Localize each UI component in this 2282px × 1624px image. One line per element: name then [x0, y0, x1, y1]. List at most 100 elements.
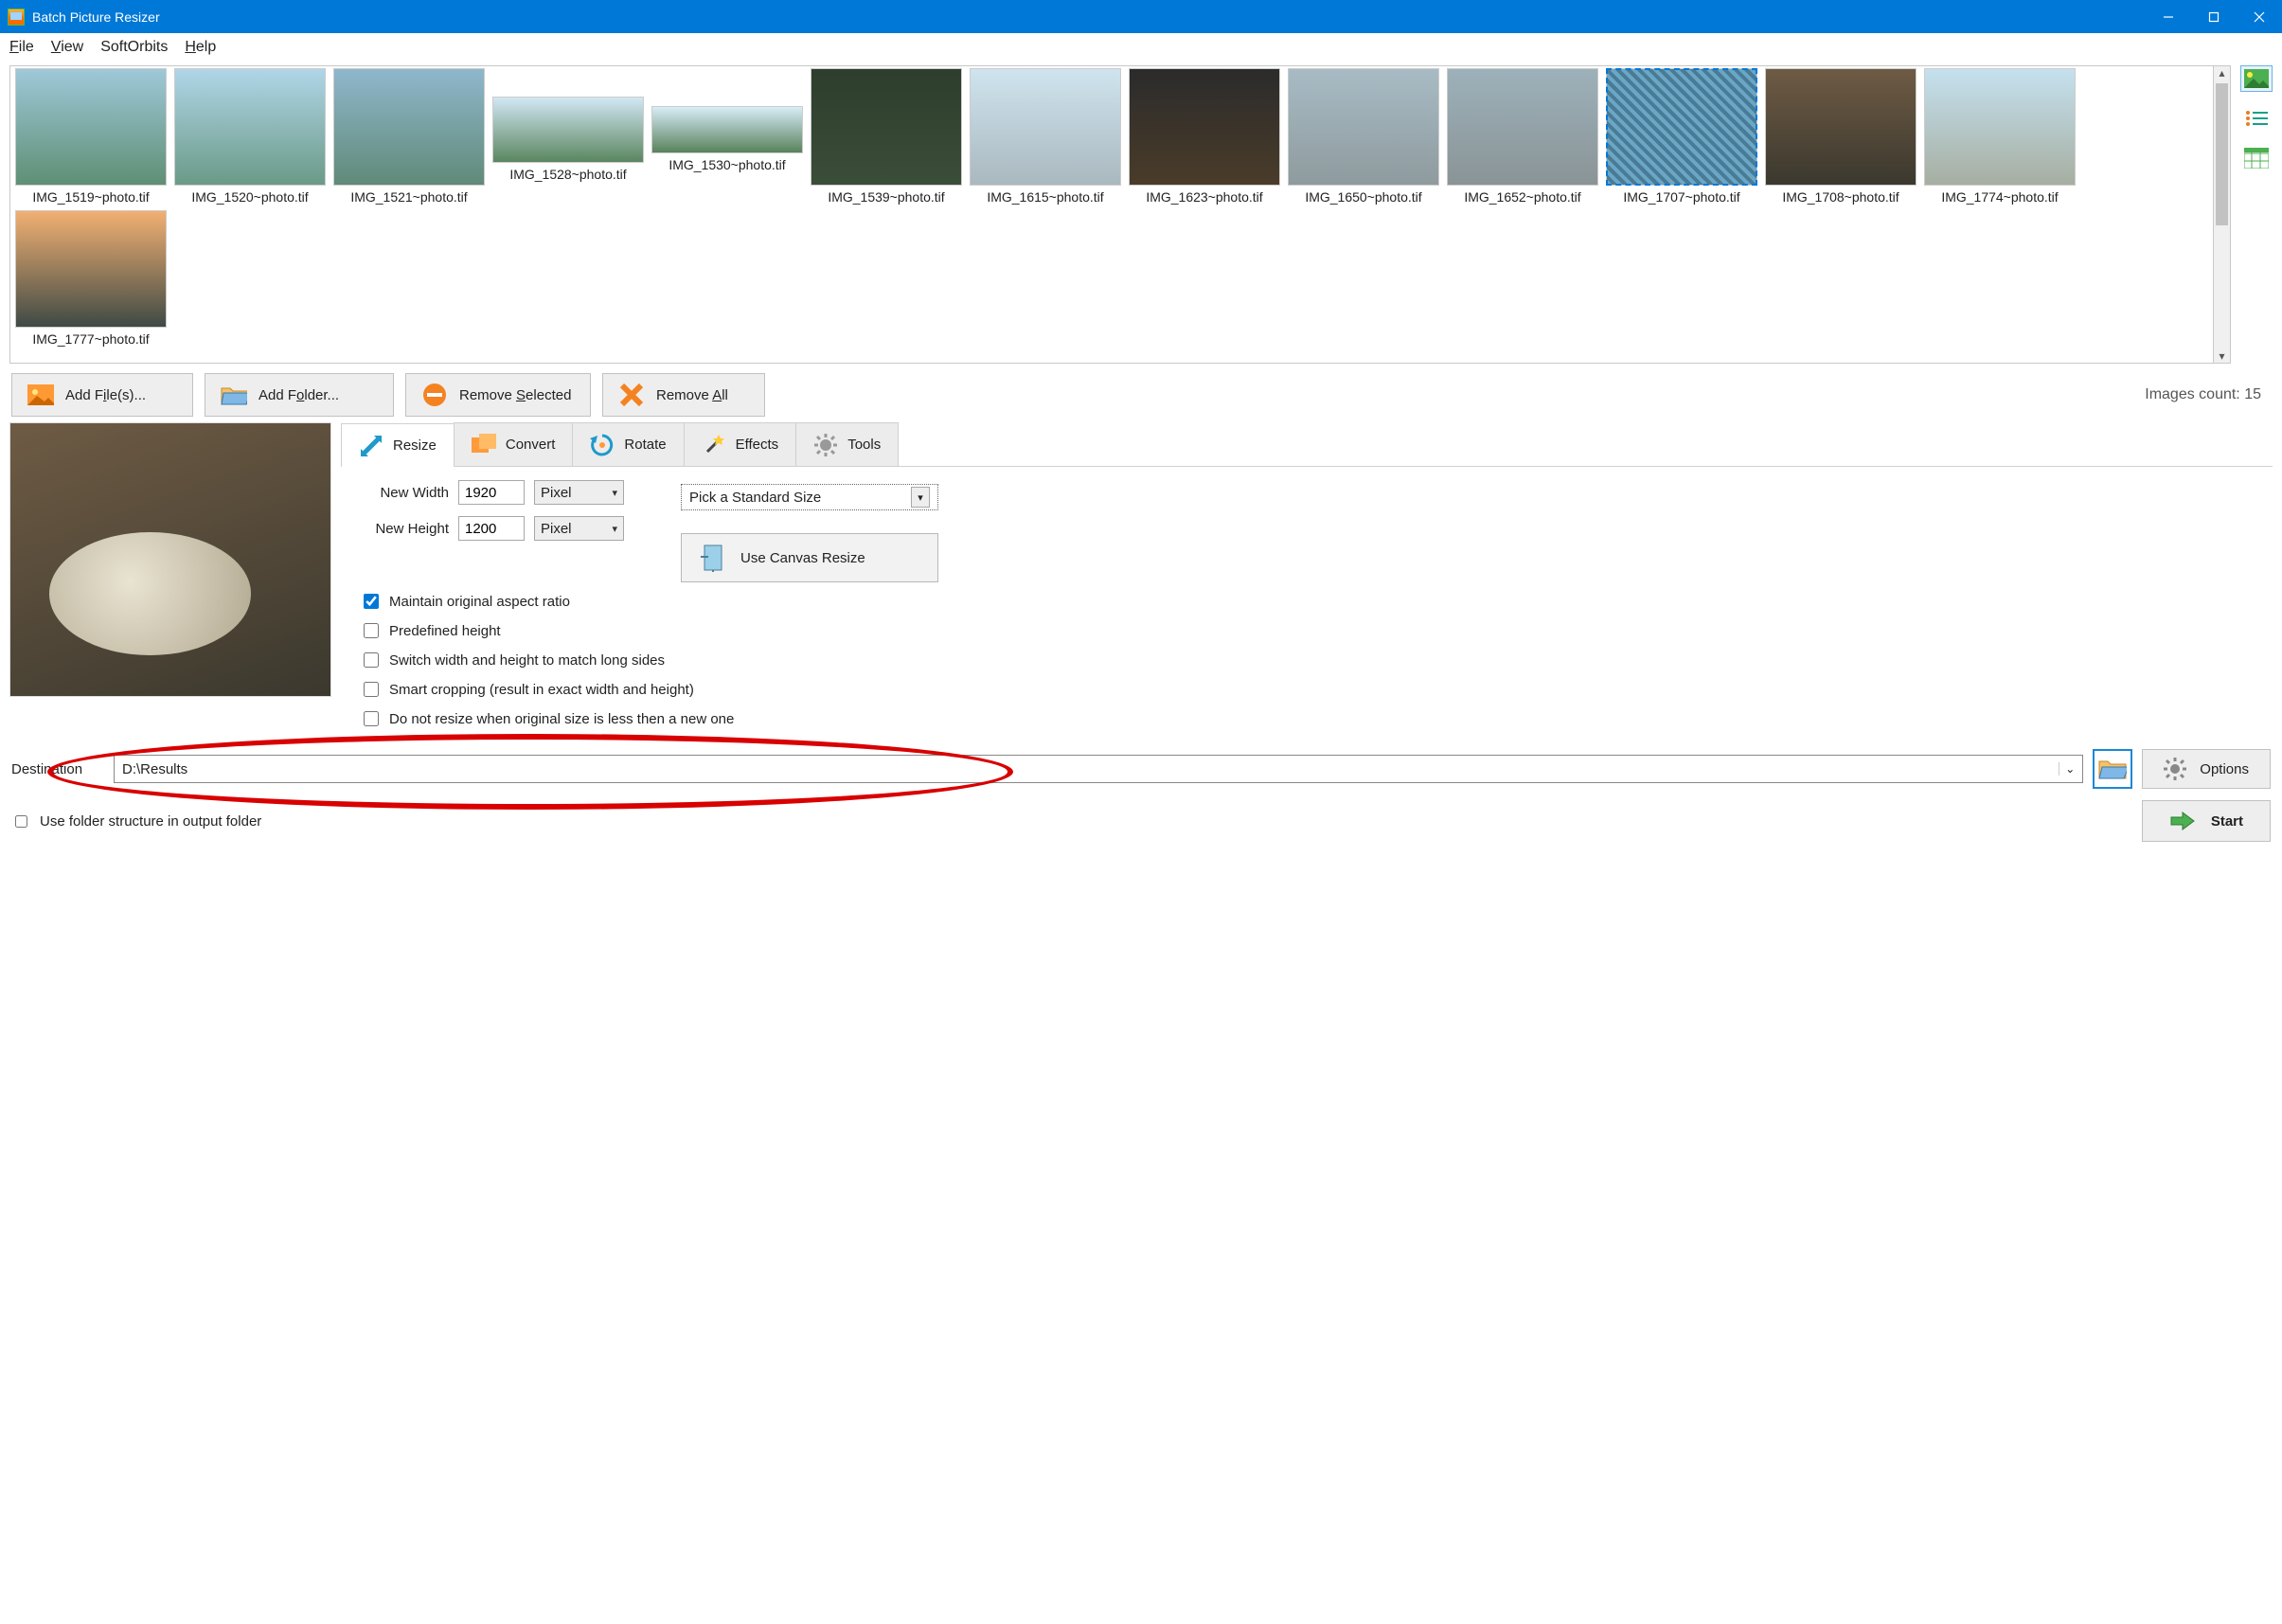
view-mode-toolbar [2240, 65, 2273, 364]
thumbnail-image[interactable] [1924, 68, 2076, 186]
view-thumbnails-button[interactable] [2240, 65, 2273, 92]
predefined-height-label: Predefined height [389, 623, 501, 639]
thumbnail-item[interactable]: IMG_1777~photo.tif [14, 210, 168, 347]
width-unit-combo[interactable]: Pixel▾ [534, 480, 624, 505]
use-folder-structure-checkbox[interactable] [15, 815, 27, 828]
start-button[interactable]: Start [2142, 800, 2271, 842]
thumbnail-caption: IMG_1521~photo.tif [350, 189, 467, 205]
browse-destination-button[interactable] [2093, 749, 2132, 789]
menu-file[interactable]: File [9, 39, 34, 56]
new-height-input[interactable] [458, 516, 525, 541]
thumbnail-image[interactable] [651, 106, 803, 153]
destination-row: Destination D:\Results ⌄ Options [0, 743, 2282, 794]
menu-help[interactable]: Help [185, 39, 216, 56]
menu-softorbits[interactable]: SoftOrbits [100, 39, 168, 56]
grid-icon [2244, 148, 2269, 169]
thumbnail-image[interactable] [492, 97, 644, 163]
gear-icon [2164, 758, 2186, 780]
thumbnail-caption: IMG_1777~photo.tif [32, 331, 149, 347]
add-folder-button[interactable]: Add Folder... [205, 373, 394, 417]
images-count-label: Images count: 15 [2145, 386, 2271, 403]
aspect-ratio-label: Maintain original aspect ratio [389, 594, 570, 610]
tools-icon [813, 433, 838, 457]
thumbnail-item[interactable]: IMG_1774~photo.tif [1923, 68, 2077, 205]
remove-icon [421, 384, 448, 406]
remove-all-button[interactable]: Remove All [602, 373, 765, 417]
tab-resize[interactable]: Resize [341, 423, 455, 467]
new-width-input[interactable] [458, 480, 525, 505]
destination-combo[interactable]: D:\Results ⌄ [114, 755, 2083, 783]
switch-wh-checkbox[interactable] [364, 652, 379, 668]
add-files-label: Add File(s)... [65, 387, 146, 403]
add-files-button[interactable]: Add File(s)... [11, 373, 193, 417]
thumbnail-image[interactable] [1765, 68, 1917, 186]
thumbnail-item[interactable]: IMG_1615~photo.tif [969, 68, 1122, 205]
thumbnail-caption: IMG_1623~photo.tif [1146, 189, 1262, 205]
thumbnail-item[interactable]: IMG_1520~photo.tif [173, 68, 327, 205]
thumbnail-image[interactable] [1129, 68, 1280, 186]
tab-rotate[interactable]: Rotate [572, 422, 684, 466]
chevron-down-icon: ⌄ [2059, 762, 2075, 776]
tab-rotate-label: Rotate [624, 437, 666, 453]
minimize-button[interactable] [2146, 0, 2191, 33]
thumbnail-item[interactable]: IMG_1528~photo.tif [491, 68, 645, 205]
no-upscale-checkbox[interactable] [364, 711, 379, 726]
thumbnail-image[interactable] [1288, 68, 1439, 186]
thumbnail-image[interactable] [15, 68, 167, 186]
tab-convert[interactable]: Convert [454, 422, 574, 466]
thumbnail-image[interactable] [174, 68, 326, 186]
thumbnail-item[interactable]: IMG_1530~photo.tif [651, 68, 804, 205]
convert-icon [472, 433, 496, 457]
thumbnail-image[interactable] [811, 68, 962, 186]
folder-icon [221, 384, 247, 406]
thumbnail-image[interactable] [970, 68, 1121, 186]
menu-view[interactable]: View [51, 39, 83, 56]
thumbnail-item[interactable]: IMG_1539~photo.tif [810, 68, 963, 205]
remove-all-label: Remove All [656, 387, 728, 403]
standard-size-combo[interactable]: Pick a Standard Size ▾ [681, 484, 938, 510]
list-icon [2244, 109, 2269, 128]
thumbnail-item[interactable]: IMG_1708~photo.tif [1764, 68, 1917, 205]
preview-image [9, 422, 331, 697]
thumbnail-caption: IMG_1708~photo.tif [1782, 189, 1899, 205]
thumbnail-caption: IMG_1539~photo.tif [828, 189, 944, 205]
tab-effects[interactable]: Effects [684, 422, 797, 466]
thumbnail-item[interactable]: IMG_1623~photo.tif [1128, 68, 1281, 205]
options-button[interactable]: Options [2142, 749, 2271, 789]
new-height-label: New Height [354, 521, 449, 537]
thumbnails-icon [2244, 69, 2269, 88]
thumbnail-item[interactable]: IMG_1521~photo.tif [332, 68, 486, 205]
thumbnail-image[interactable] [1447, 68, 1598, 186]
smart-cropping-checkbox[interactable] [364, 682, 379, 697]
resize-pane: New Width Pixel▾ New Height Pixel▾ Pick … [341, 467, 2273, 743]
aspect-ratio-checkbox[interactable] [364, 594, 379, 609]
maximize-button[interactable] [2191, 0, 2237, 33]
height-unit-value: Pixel [541, 521, 572, 537]
thumbnail-item[interactable]: IMG_1650~photo.tif [1287, 68, 1440, 205]
tab-effects-label: Effects [736, 437, 779, 453]
tab-tools-label: Tools [847, 437, 881, 453]
thumbnail-item[interactable]: IMG_1707~photo.tif [1605, 68, 1758, 205]
tab-tools[interactable]: Tools [795, 422, 899, 466]
thumbnail-item[interactable]: IMG_1519~photo.tif [14, 68, 168, 205]
width-unit-value: Pixel [541, 485, 572, 501]
thumbnail-caption: IMG_1650~photo.tif [1305, 189, 1421, 205]
thumbnail-image[interactable] [1606, 68, 1757, 186]
destination-label: Destination [11, 761, 104, 777]
gallery-scrollbar[interactable] [2214, 65, 2231, 364]
thumbnail-caption: IMG_1774~photo.tif [1941, 189, 2058, 205]
switch-wh-label: Switch width and height to match long si… [389, 652, 665, 669]
remove-selected-button[interactable]: Remove Selected [405, 373, 591, 417]
view-details-button[interactable] [2240, 145, 2273, 171]
thumbnail-image[interactable] [333, 68, 485, 186]
height-unit-combo[interactable]: Pixel▾ [534, 516, 624, 541]
thumbnail-image[interactable] [15, 210, 167, 328]
predefined-height-checkbox[interactable] [364, 623, 379, 638]
app-icon [8, 9, 25, 26]
smart-cropping-label: Smart cropping (result in exact width an… [389, 682, 694, 698]
use-canvas-resize-button[interactable]: Use Canvas Resize [681, 533, 938, 582]
thumbnail-item[interactable]: IMG_1652~photo.tif [1446, 68, 1599, 205]
thumbnail-gallery[interactable]: IMG_1519~photo.tifIMG_1520~photo.tif IMG_… [9, 65, 2214, 364]
view-list-button[interactable] [2240, 105, 2273, 132]
close-button[interactable] [2237, 0, 2282, 33]
